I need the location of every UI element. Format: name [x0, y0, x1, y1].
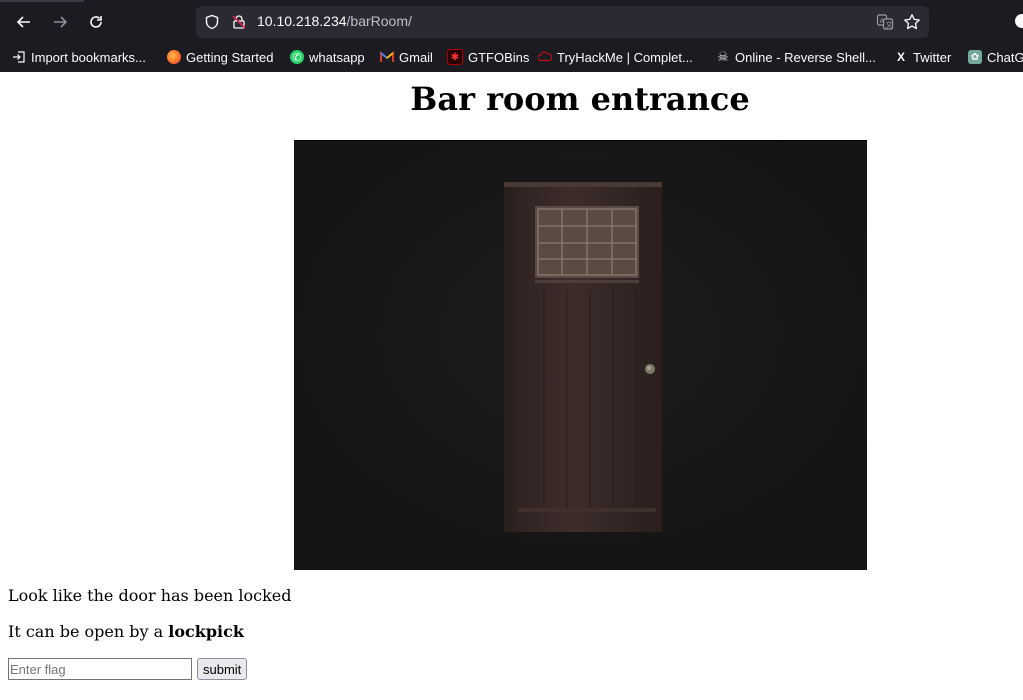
- whatsapp-icon: ✆: [290, 50, 304, 64]
- gtfobins-icon: ✱: [447, 49, 463, 65]
- bookmark-tryhackme[interactable]: TryHackMe | Complet...: [538, 48, 693, 66]
- url-bar[interactable]: 10.10.218.234/barRoom/ A文: [196, 6, 929, 38]
- tab-strip-edge: [0, 0, 84, 2]
- bookmark-label: TryHackMe | Complet...: [557, 49, 693, 65]
- reload-icon: [90, 16, 102, 28]
- bookmark-label: whatsapp: [309, 49, 365, 65]
- browser-chrome: 10.10.218.234/barRoom/ A文 Import bookmar…: [0, 0, 1023, 72]
- svg-text:文: 文: [886, 20, 893, 29]
- translate-icon[interactable]: A文: [874, 11, 896, 33]
- chatgpt-icon: ✿: [968, 50, 982, 64]
- bookmark-label: GTFOBins: [468, 49, 530, 65]
- insecure-lock-icon[interactable]: [231, 14, 247, 30]
- bookmark-twitter[interactable]: X Twitter: [894, 48, 951, 66]
- skull-icon: ☠: [717, 49, 729, 64]
- url-text[interactable]: 10.10.218.234/barRoom/: [257, 13, 412, 29]
- locked-message: Look like the door has been locked: [8, 586, 292, 605]
- back-button[interactable]: [10, 8, 38, 36]
- bookmark-gtfobins[interactable]: ✱ GTFOBins: [447, 48, 529, 66]
- submit-button[interactable]: submit: [197, 658, 248, 680]
- bookmark-label: Getting Started: [186, 49, 274, 65]
- bookmark-reverse-shell[interactable]: ☠ Online - Reverse Shell...: [716, 48, 876, 66]
- flag-input[interactable]: [8, 658, 192, 680]
- tryhackme-icon: [538, 50, 552, 64]
- forward-button[interactable]: [46, 8, 74, 36]
- door-image: [294, 140, 867, 570]
- svg-text:A: A: [880, 17, 885, 25]
- shield-icon[interactable]: [204, 14, 220, 30]
- bookmark-gmail[interactable]: Gmail: [380, 48, 433, 66]
- lockpick-keyword: lockpick: [168, 622, 244, 641]
- bookmark-label: Import bookmarks...: [31, 49, 146, 65]
- reload-button[interactable]: [82, 8, 110, 36]
- bookmark-label: Gmail: [399, 49, 433, 65]
- star-icon[interactable]: [901, 11, 923, 33]
- bookmarks-toolbar: Import bookmarks... Getting Started ✆ wh…: [0, 44, 1023, 70]
- gmail-icon: [380, 50, 394, 64]
- x-icon: X: [896, 50, 905, 64]
- import-icon: [12, 50, 26, 64]
- arrow-left-icon: [16, 16, 30, 28]
- firefox-icon: [167, 50, 181, 64]
- page-title: Bar room entrance: [410, 80, 750, 118]
- extension-icon-partial[interactable]: [1015, 14, 1023, 28]
- lockpick-message-prefix: It can be open by a: [8, 622, 169, 641]
- url-host: 10.10.218.234: [257, 13, 347, 29]
- bookmark-label: Twitter: [913, 49, 952, 65]
- bookmark-label: ChatG: [987, 49, 1023, 65]
- bookmark-label: Online - Reverse Shell...: [735, 49, 876, 65]
- url-path: /barRoom/: [346, 13, 412, 29]
- bookmark-import[interactable]: Import bookmarks...: [12, 48, 146, 66]
- lockpick-message: It can be open by a lockpick: [8, 622, 244, 641]
- bookmark-whatsapp[interactable]: ✆ whatsapp: [290, 48, 365, 66]
- arrow-right-icon: [54, 16, 68, 28]
- page-content: Bar room entrance Look like the door has…: [0, 72, 1023, 700]
- bookmark-getting-started[interactable]: Getting Started: [167, 48, 273, 66]
- bookmark-chatgpt[interactable]: ✿ ChatG: [968, 48, 1023, 66]
